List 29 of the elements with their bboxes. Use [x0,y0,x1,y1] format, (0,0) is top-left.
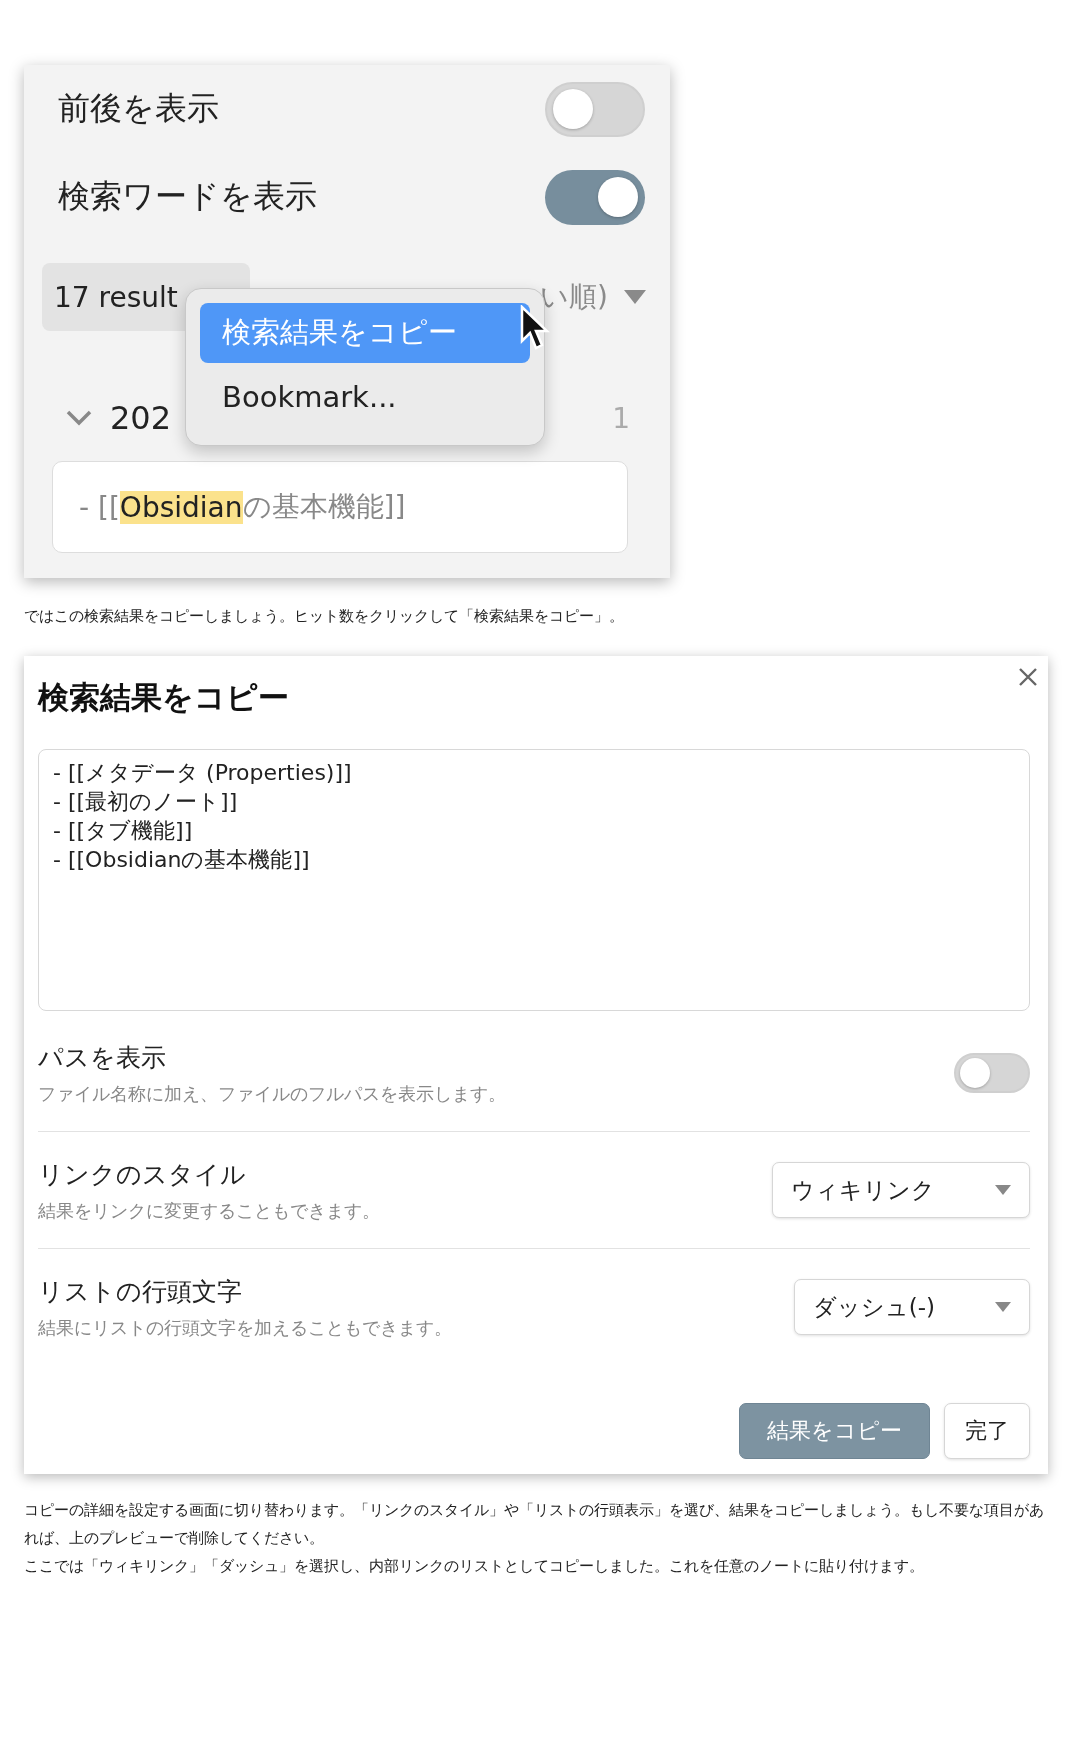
group-label: 202 [110,399,172,437]
caret-icon[interactable] [624,290,646,304]
option-label: 検索ワードを表示 [58,176,317,217]
paragraph: コピーの詳細を設定する画面に切り替わります。「リンクのスタイル」や「リストの行頭表示」を選び、結果をコピーしましょう。もし不要な項目があれば、上のプレビューで削除してください。 [24,1501,1045,1548]
result-count: 1 [612,401,630,435]
dropdown[interactable]: ダッシュ(-) [793,1279,1030,1335]
search-result[interactable]: - [[Obsidianの基本機能]] [52,461,628,553]
menu-item[interactable]: Bookmark... [200,367,530,427]
paragraph: ここでは「ウィキリンク」「ダッシュ」を選択し、内部リンクのリストとしてコピーしました。これを任意のノートに貼り付けます。 [24,1557,925,1576]
toggle-switch[interactable] [545,169,645,225]
setting-description: ファイル名称に加え、ファイルのフルパスを表示します。 [38,1082,506,1106]
setting-label: リンクのスタイル [38,1158,247,1191]
setting-label: パスを表示 [38,1041,167,1074]
preview-field[interactable]: - [[メタデータ (Properties)]] - [[最初のノート]] - [[タブ機能]] - [[Obsidianの基本機能]] [38,749,1030,1011]
paragraph: ではこの検索結果をコピーしましょう。ヒット数をクリックして「検索結果をコピー」。 [24,607,625,626]
option-label: 前後を表示 [58,88,219,129]
setting-description: 結果にリストの行頭文字を加えることもできます。 [38,1316,452,1340]
dialog-title: 検索結果をコピー [38,678,290,717]
done-button[interactable]: 完了 [944,1403,1030,1459]
chevron-icon[interactable] [66,409,92,427]
toggle-switch[interactable] [954,1053,1030,1093]
setting-label: リストの行頭文字 [38,1275,243,1308]
close-icon[interactable] [1018,667,1038,687]
caret-icon [995,1185,1011,1195]
toggle-switch[interactable] [545,81,645,137]
setting-description: 結果をリンクに変更することもできます。 [38,1199,380,1223]
dropdown[interactable]: ウィキリンク [772,1162,1030,1218]
sort-label: い順) [540,279,608,315]
caret-icon [995,1302,1011,1312]
